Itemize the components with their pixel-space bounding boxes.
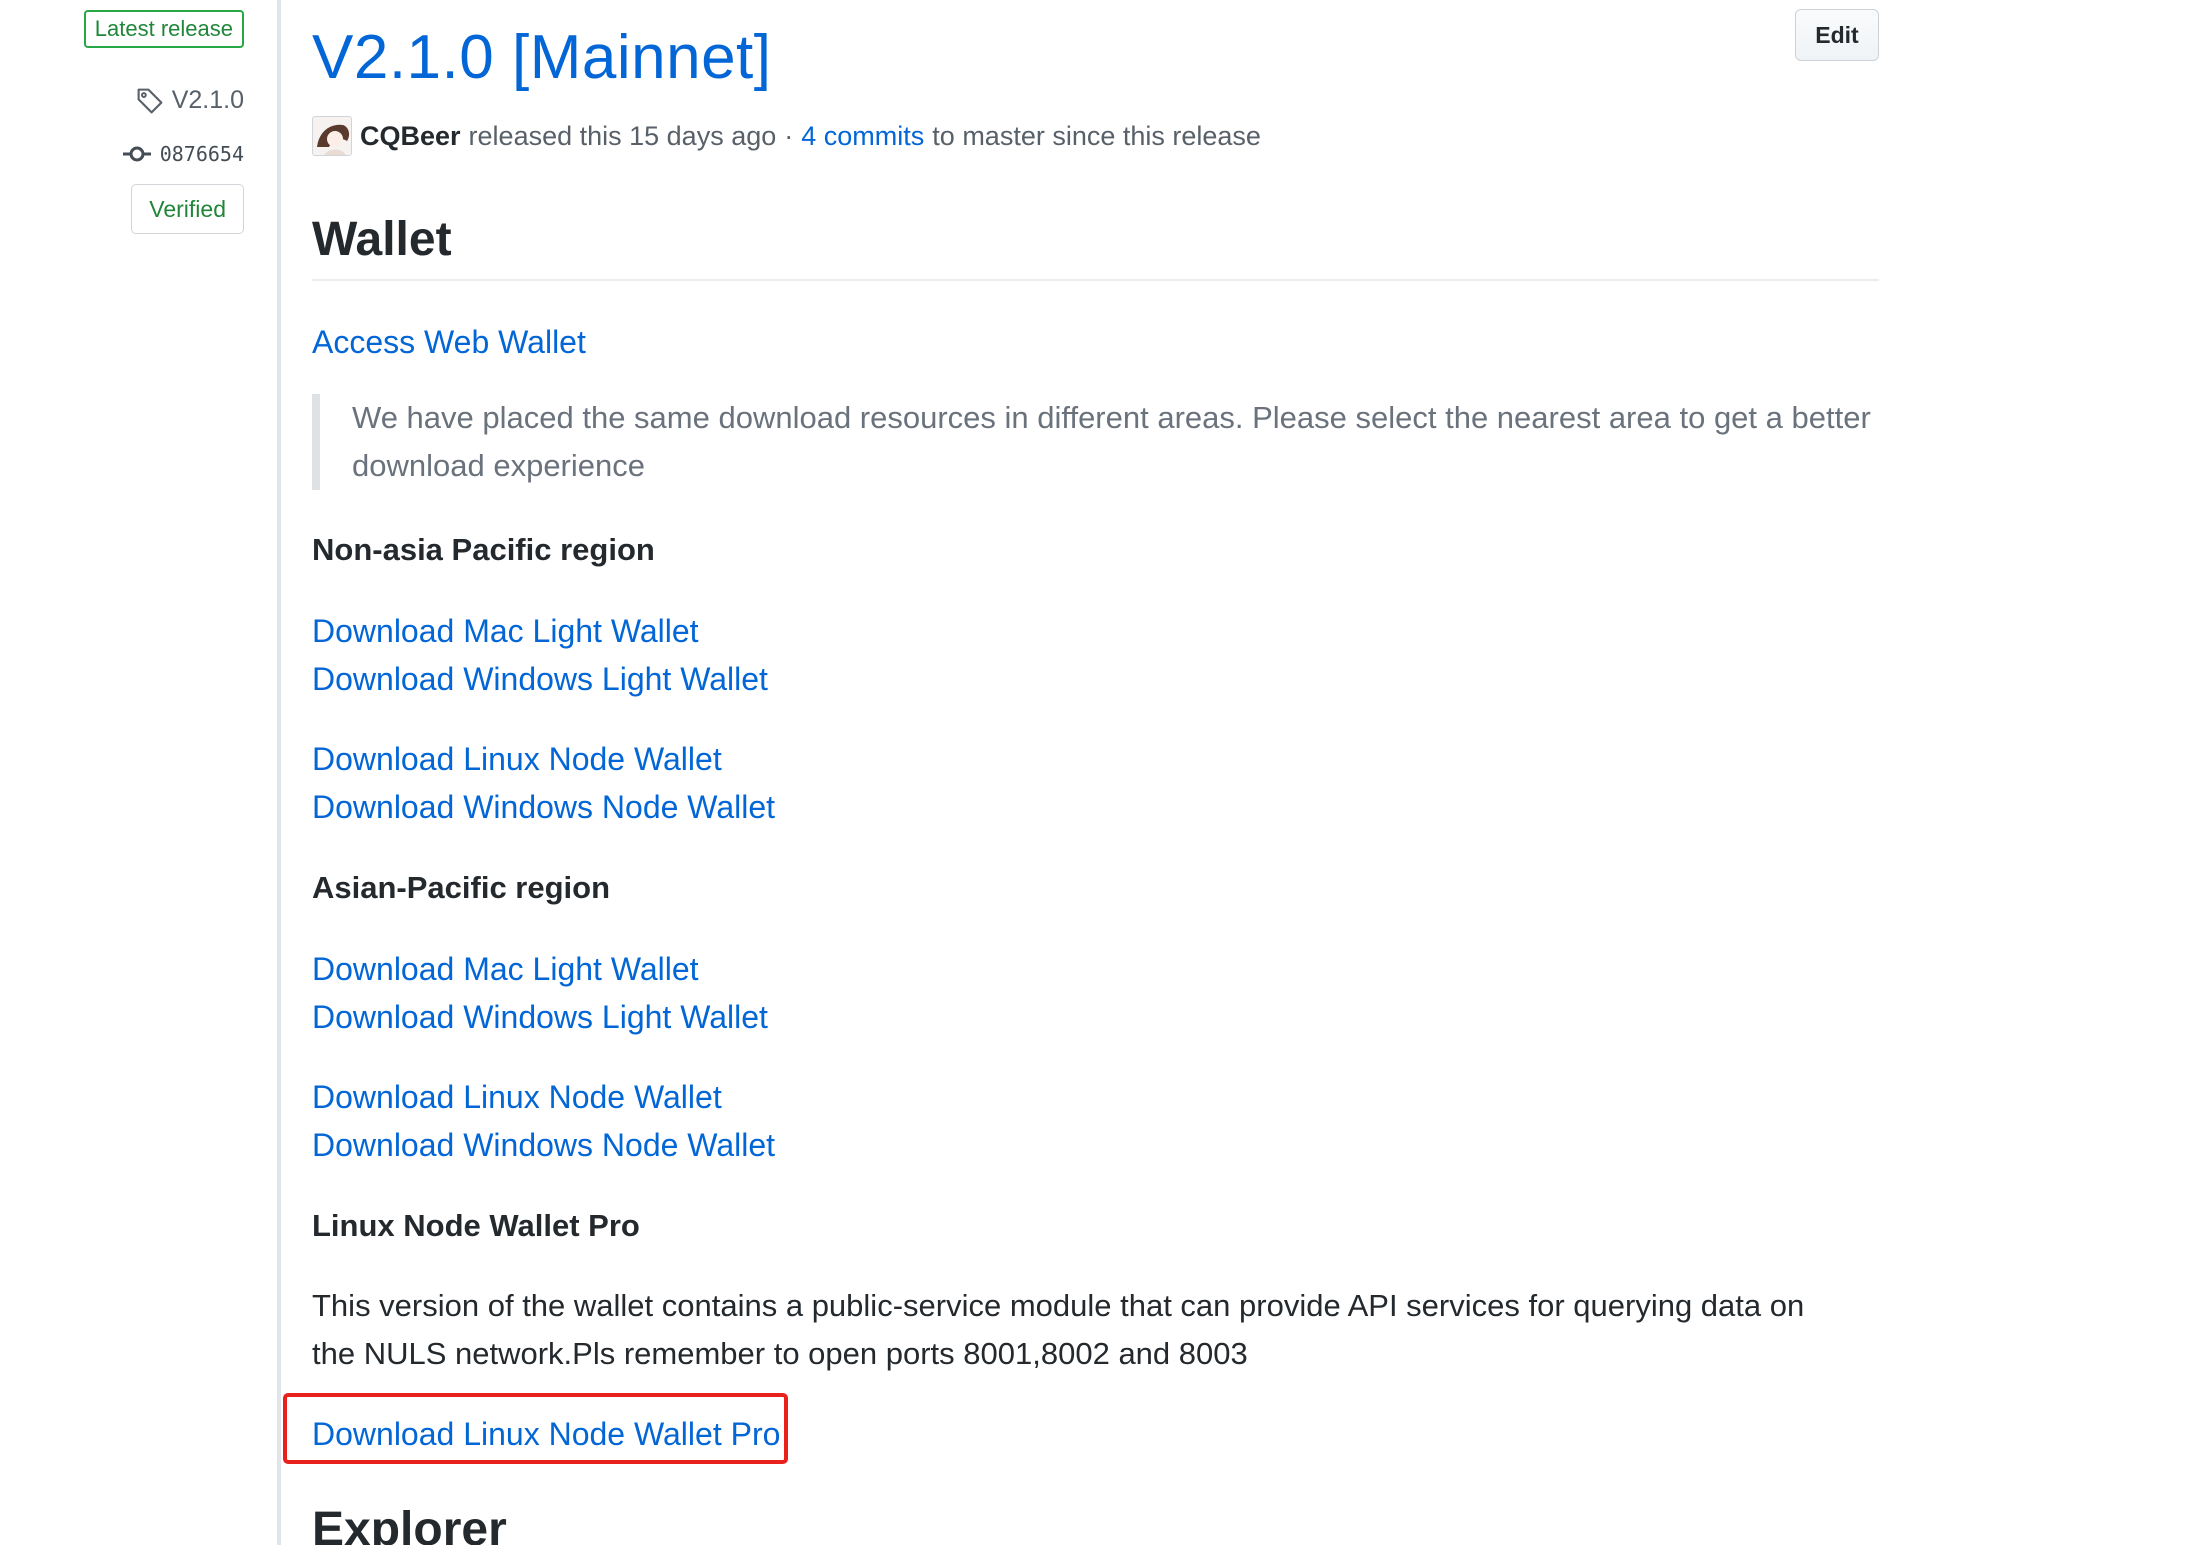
- avatar-image-icon: [313, 117, 351, 155]
- verified-badge[interactable]: Verified: [131, 184, 244, 234]
- commits-link[interactable]: 4 commits: [801, 121, 924, 152]
- sidebar-divider: [277, 0, 281, 1545]
- release-page: Latest release V2.1.0 0876654 Verified V…: [0, 0, 2196, 1545]
- edit-button[interactable]: Edit: [1795, 9, 1879, 61]
- asia-mac-light-link[interactable]: Download Mac Light Wallet: [312, 945, 699, 993]
- wallet-heading: Wallet: [312, 213, 452, 266]
- release-meta: CQBeer released this 15 days ago · 4 com…: [312, 116, 1261, 156]
- explorer-heading: Explorer: [312, 1503, 507, 1545]
- highlight-annotation-box: [283, 1393, 788, 1464]
- author-link[interactable]: CQBeer: [360, 121, 461, 152]
- commits-suffix: to master since this release: [932, 120, 1261, 151]
- avatar[interactable]: [312, 116, 352, 156]
- pro-description-line-1: This version of the wallet contains a pu…: [312, 1288, 1805, 1323]
- pro-description-line-2: the NULS network.Pls remember to open po…: [312, 1336, 1248, 1371]
- tag-icon: [137, 88, 163, 113]
- commit-icon: [122, 146, 151, 162]
- latest-release-badge: Latest release: [83, 10, 244, 48]
- meta-separator: ·: [784, 120, 794, 151]
- non-asia-windows-node-link[interactable]: Download Windows Node Wallet: [312, 783, 775, 831]
- asia-windows-light-link[interactable]: Download Windows Light Wallet: [312, 993, 768, 1041]
- release-sidebar: Latest release V2.1.0 0876654 Verified: [0, 0, 252, 1545]
- tag-link[interactable]: V2.1.0: [136, 86, 244, 115]
- non-asia-linux-node-link[interactable]: Download Linux Node Wallet: [312, 735, 722, 783]
- download-note-quote: We have placed the same download resourc…: [312, 394, 1879, 490]
- heading-rule: [312, 279, 1879, 281]
- commit-sha: 0876654: [159, 142, 244, 166]
- release-title-link[interactable]: V2.1.0 [Mainnet]: [312, 20, 772, 96]
- non-asia-heading: Non-asia Pacific region: [312, 532, 655, 567]
- access-web-wallet-link[interactable]: Access Web Wallet: [312, 318, 586, 366]
- asia-heading: Asian-Pacific region: [312, 870, 611, 905]
- pro-heading: Linux Node Wallet Pro: [312, 1208, 640, 1243]
- non-asia-mac-light-link[interactable]: Download Mac Light Wallet: [312, 607, 699, 655]
- asia-windows-node-link[interactable]: Download Windows Node Wallet: [312, 1121, 775, 1169]
- asia-linux-node-link[interactable]: Download Linux Node Wallet: [312, 1073, 722, 1121]
- commit-link[interactable]: 0876654: [122, 142, 244, 166]
- tag-name: V2.1.0: [171, 86, 244, 114]
- released-text: released this 15 days ago: [468, 120, 777, 151]
- non-asia-windows-light-link[interactable]: Download Windows Light Wallet: [312, 655, 768, 703]
